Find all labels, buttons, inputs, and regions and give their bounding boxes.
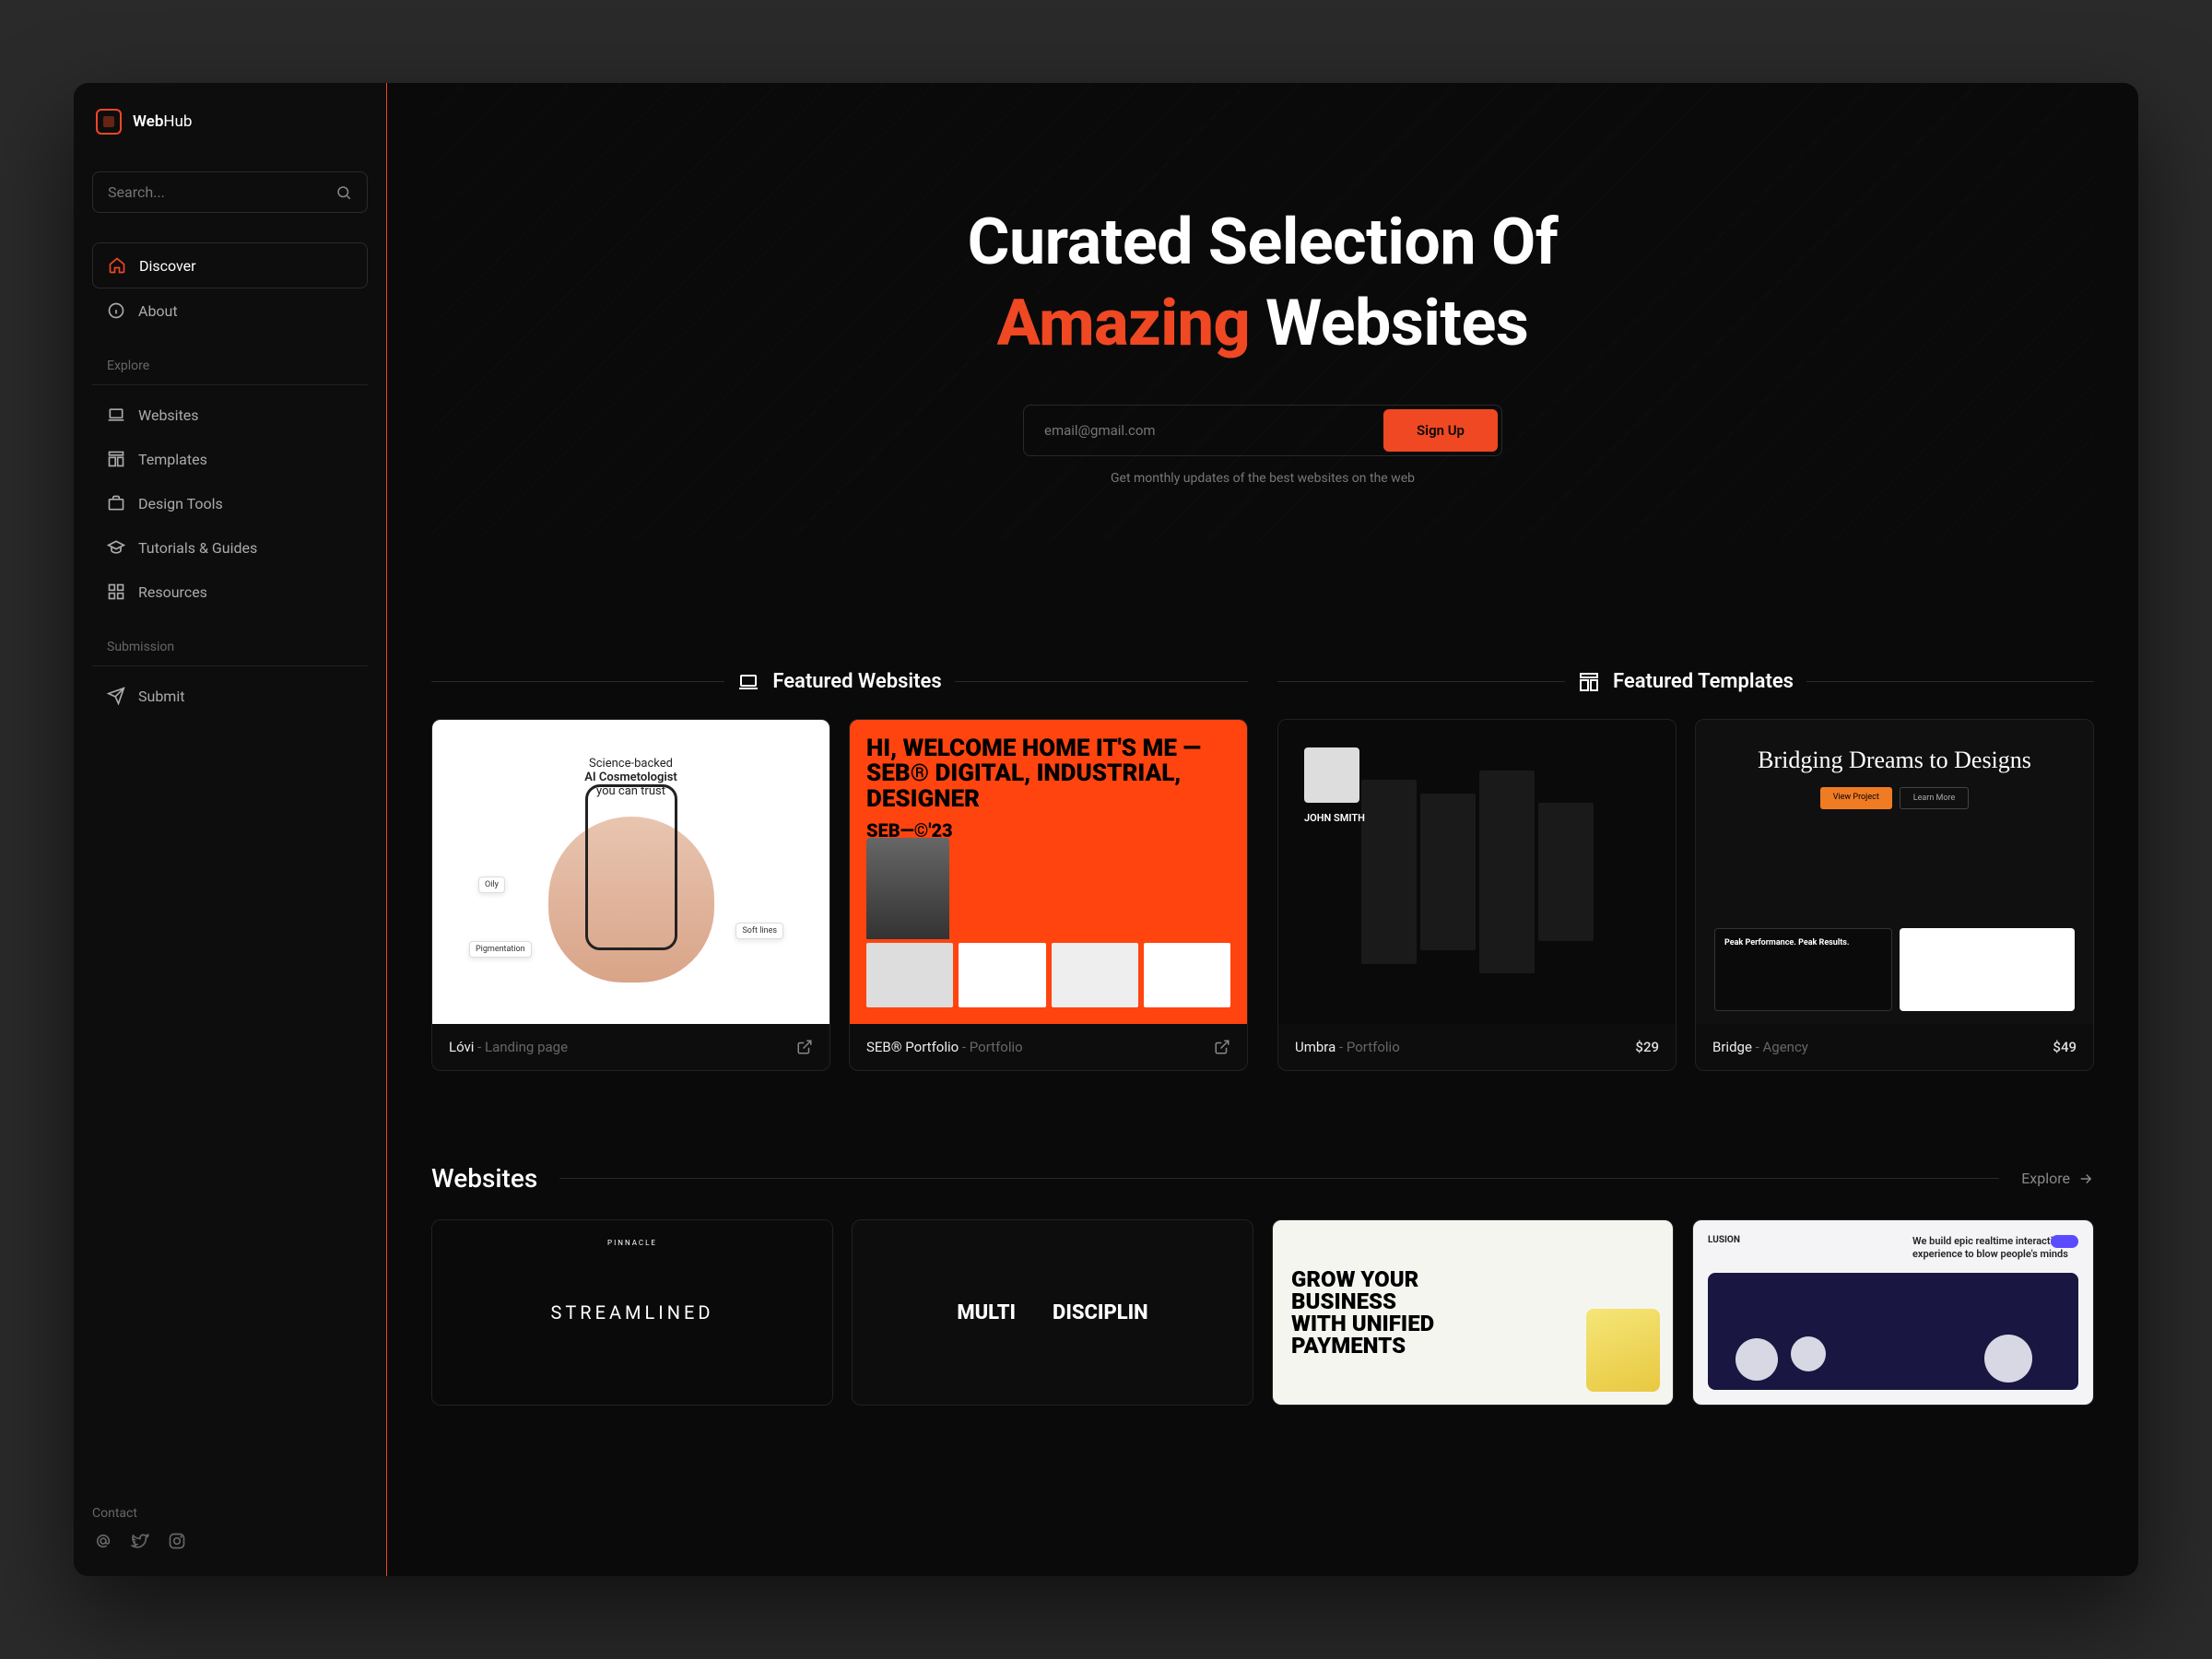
search-field[interactable] xyxy=(108,183,335,201)
card-thumbnail: GROW YOUR BUSINESS WITH UNIFIED PAYMENTS xyxy=(1273,1220,1673,1405)
mail-icon[interactable] xyxy=(94,1532,112,1550)
grid-icon xyxy=(107,582,125,601)
hero-title: Curated Selection Of Amazing Websites xyxy=(431,203,2094,364)
search-input[interactable] xyxy=(92,171,368,213)
card-thumbnail: PINNACLE STREAMLINED xyxy=(432,1220,832,1405)
nav-templates[interactable]: Templates xyxy=(92,437,368,481)
nav-about[interactable]: About xyxy=(92,288,368,333)
card-thumbnail: JOHN SMITH xyxy=(1278,720,1676,1024)
email-input[interactable] xyxy=(1028,409,1383,452)
nav-label: Templates xyxy=(138,451,207,468)
laptop-icon xyxy=(107,406,125,424)
card-bridge[interactable]: Bridging Dreams to Designs View ProjectL… xyxy=(1695,719,2094,1071)
template-icon xyxy=(107,450,125,468)
info-icon xyxy=(107,301,125,320)
nav-label: About xyxy=(138,302,178,320)
graduation-icon xyxy=(107,538,125,557)
app-window: WebHub Discover About Explore Websites T… xyxy=(74,83,2138,1576)
signup-button[interactable]: Sign Up xyxy=(1383,409,1498,452)
nav-label: Tutorials & Guides xyxy=(138,539,257,557)
nav-label: Design Tools xyxy=(138,495,223,512)
email-form: Sign Up xyxy=(1023,405,1502,456)
card-sub: - Landing page xyxy=(474,1039,568,1055)
card-price: $49 xyxy=(2053,1039,2077,1055)
card-thumbnail: HI, WELCOME HOME IT'S ME — SEB® DIGITAL,… xyxy=(850,720,1247,1024)
send-icon xyxy=(107,687,125,705)
card-seb[interactable]: HI, WELCOME HOME IT'S ME — SEB® DIGITAL,… xyxy=(849,719,1248,1071)
card-sub: - Portfolio xyxy=(959,1039,1023,1055)
card-thumbnail: LUSION We build epic realtime interactiv… xyxy=(1693,1220,2093,1405)
nav-discover[interactable]: Discover xyxy=(92,242,368,288)
card-title: Umbra xyxy=(1295,1039,1335,1055)
card-thumbnail: Science-backedAI Cosmetologistyou can tr… xyxy=(432,720,830,1024)
nav-label: Submit xyxy=(138,688,184,705)
card-lovi[interactable]: Science-backedAI Cosmetologistyou can tr… xyxy=(431,719,830,1071)
nav-websites[interactable]: Websites xyxy=(92,393,368,437)
card-thumbnail: Bridging Dreams to Designs View ProjectL… xyxy=(1696,720,2093,1024)
grid-card[interactable]: PINNACLE STREAMLINED xyxy=(431,1219,833,1406)
nav-label: Resources xyxy=(138,583,207,601)
search-icon xyxy=(335,184,352,201)
nav-resources[interactable]: Resources xyxy=(92,570,368,614)
featured-websites: Featured Websites Science-backedAI Cosme… xyxy=(431,670,1248,1071)
card-thumbnail: MULTIDISCIPLIN xyxy=(853,1220,1253,1405)
grid-card[interactable]: LUSION We build epic realtime interactiv… xyxy=(1692,1219,2094,1406)
instagram-icon[interactable] xyxy=(168,1532,186,1550)
nav-label: Discover xyxy=(139,257,196,275)
websites-section-header: Websites Explore xyxy=(431,1163,2094,1194)
template-icon xyxy=(1578,671,1600,693)
hero-subtitle: Get monthly updates of the best websites… xyxy=(431,471,2094,486)
grid-card[interactable]: GROW YOUR BUSINESS WITH UNIFIED PAYMENTS xyxy=(1272,1219,1674,1406)
card-title: Bridge xyxy=(1712,1039,1752,1055)
card-title: Lóvi xyxy=(449,1039,474,1055)
section-title: Featured Websites xyxy=(772,670,941,693)
card-price: $29 xyxy=(1635,1039,1659,1055)
card-umbra[interactable]: JOHN SMITH Umbra - Portfolio $29 xyxy=(1277,719,1677,1071)
card-title: SEB® Portfolio xyxy=(866,1039,959,1055)
contact-label: Contact xyxy=(92,1499,368,1532)
hero: Curated Selection Of Amazing Websites Si… xyxy=(431,83,2094,541)
explore-link[interactable]: Explore xyxy=(2021,1170,2094,1187)
featured-templates: Featured Templates JOHN SMITH Umbra - Po… xyxy=(1277,670,2094,1071)
websites-grid: PINNACLE STREAMLINED MULTIDISCIPLIN GROW… xyxy=(431,1219,2094,1406)
main-content: Curated Selection Of Amazing Websites Si… xyxy=(387,83,2138,1576)
nav-design-tools[interactable]: Design Tools xyxy=(92,481,368,525)
logo[interactable]: WebHub xyxy=(92,109,368,135)
home-icon xyxy=(108,256,126,275)
sidebar-footer: Contact xyxy=(92,1499,368,1550)
card-sub: - Agency xyxy=(1752,1039,1808,1055)
grid-card[interactable]: MULTIDISCIPLIN xyxy=(852,1219,1253,1406)
card-sub: - Portfolio xyxy=(1335,1039,1400,1055)
section-title: Websites xyxy=(431,1163,537,1194)
section-explore-label: Explore xyxy=(92,351,368,385)
external-link-icon[interactable] xyxy=(796,1039,813,1055)
twitter-icon[interactable] xyxy=(131,1532,149,1550)
arrow-right-icon xyxy=(2077,1171,2094,1187)
nav-label: Websites xyxy=(138,406,199,424)
nav-tutorials[interactable]: Tutorials & Guides xyxy=(92,525,368,570)
external-link-icon[interactable] xyxy=(1214,1039,1230,1055)
briefcase-icon xyxy=(107,494,125,512)
section-submission-label: Submission xyxy=(92,632,368,666)
featured-row: Featured Websites Science-backedAI Cosme… xyxy=(431,670,2094,1071)
nav-submit[interactable]: Submit xyxy=(92,674,368,718)
sidebar: WebHub Discover About Explore Websites T… xyxy=(74,83,387,1576)
section-title: Featured Templates xyxy=(1613,670,1794,693)
logo-mark-icon xyxy=(96,109,122,135)
laptop-icon xyxy=(737,671,759,693)
logo-text: WebHub xyxy=(133,112,192,131)
